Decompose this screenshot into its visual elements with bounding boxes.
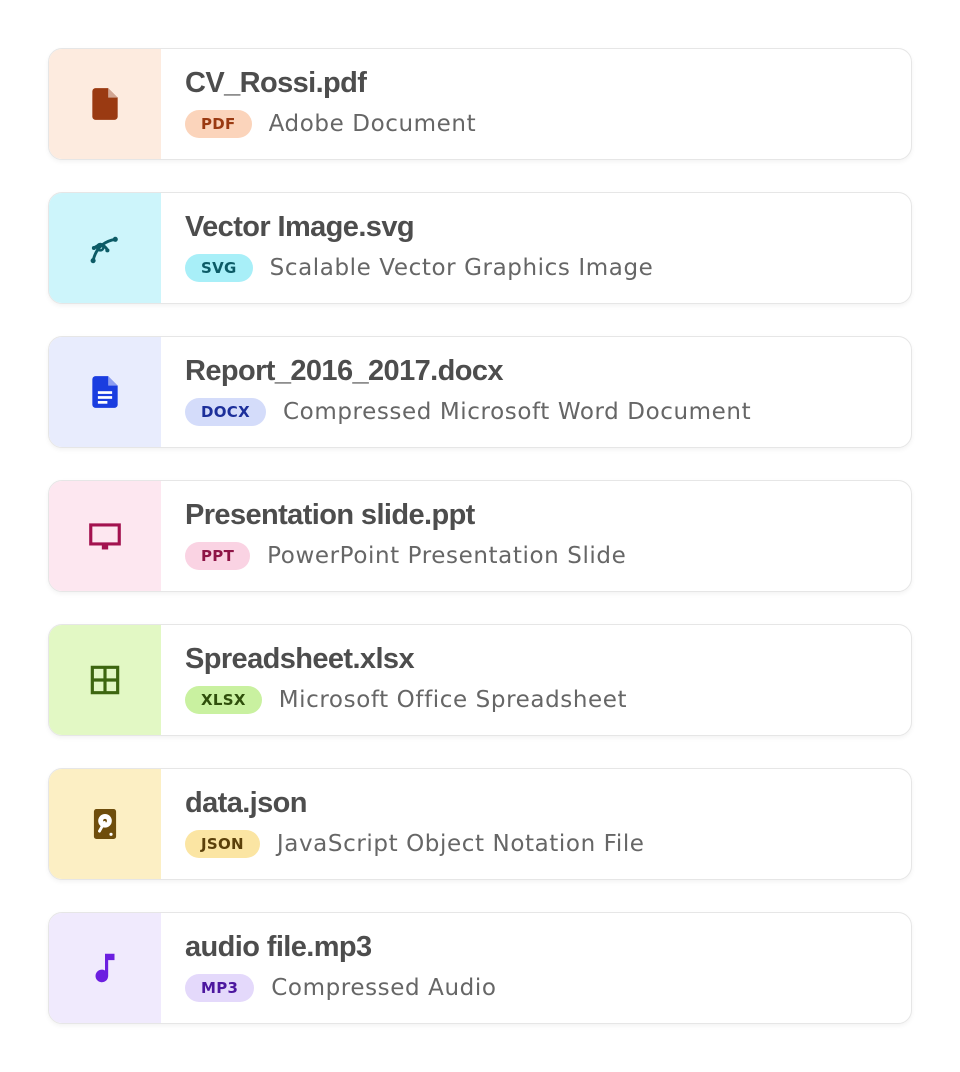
- file-card[interactable]: audio file.mp3 MP3 Compressed Audio: [48, 912, 912, 1024]
- file-card[interactable]: Spreadsheet.xlsx XLSX Microsoft Office S…: [48, 624, 912, 736]
- file-card[interactable]: Report_2016_2017.docx DOCX Compressed Mi…: [48, 336, 912, 448]
- music-note-icon: [95, 953, 115, 983]
- file-description: Scalable Vector Graphics Image: [269, 255, 654, 281]
- file-card[interactable]: CV_Rossi.pdf PDF Adobe Document: [48, 48, 912, 160]
- file-icon-tile: [49, 337, 161, 447]
- file-description: Adobe Document: [268, 111, 477, 137]
- harddisk-icon: [93, 808, 117, 840]
- vector-curve-icon: [90, 236, 118, 264]
- file-icon-tile: [49, 193, 161, 303]
- file-card[interactable]: data.json JSON JavaScript Object Notatio…: [48, 768, 912, 880]
- file-type-badge: PPT: [185, 542, 251, 570]
- grid-icon: [90, 665, 120, 695]
- file-type-badge: JSON: [185, 830, 260, 858]
- file-list: CV_Rossi.pdf PDF Adobe Document Vector I…: [48, 48, 912, 1056]
- file-name: data.json: [185, 787, 308, 819]
- file-description: Microsoft Office Spreadsheet: [278, 687, 628, 713]
- file-type-badge: MP3: [185, 974, 255, 1002]
- file-description: PowerPoint Presentation Slide: [267, 543, 627, 569]
- file-name: CV_Rossi.pdf: [185, 67, 367, 99]
- file-name: Presentation slide.ppt: [185, 499, 475, 531]
- file-description: Compressed Microsoft Word Document: [282, 399, 752, 425]
- file-description: Compressed Audio: [271, 975, 497, 1001]
- file-card[interactable]: Vector Image.svg SVG Scalable Vector Gra…: [48, 192, 912, 304]
- file-name: Vector Image.svg: [185, 211, 415, 243]
- file-icon-tile: [49, 913, 161, 1023]
- file-type-badge: XLSX: [185, 686, 262, 714]
- file-name: Report_2016_2017.docx: [185, 355, 503, 387]
- file-type-badge: SVG: [185, 254, 253, 282]
- file-icon-tile: [49, 625, 161, 735]
- file-card[interactable]: Presentation slide.ppt PPT PowerPoint Pr…: [48, 480, 912, 592]
- pdf-file-icon: [92, 88, 118, 120]
- file-icon-tile: [49, 481, 161, 591]
- file-type-badge: PDF: [185, 110, 252, 138]
- monitor-icon: [89, 523, 121, 550]
- file-name: audio file.mp3: [185, 931, 372, 963]
- file-icon-tile: [49, 49, 161, 159]
- file-icon-tile: [49, 769, 161, 879]
- file-description: JavaScript Object Notation File: [276, 831, 645, 857]
- file-name: Spreadsheet.xlsx: [185, 643, 415, 675]
- file-type-badge: DOCX: [185, 398, 266, 426]
- document-icon: [92, 376, 118, 408]
